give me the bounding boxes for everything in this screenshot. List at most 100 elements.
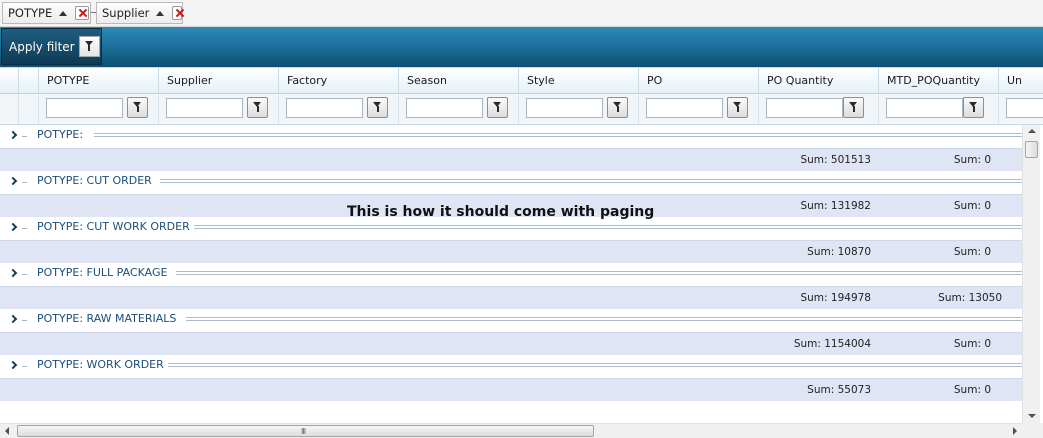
group-divider: [22, 320, 27, 321]
group-label: POTYPE: WORK ORDER: [29, 355, 172, 378]
filter-indent: [0, 94, 19, 124]
column-header-factory[interactable]: Factory: [279, 68, 399, 94]
header-indent: [0, 68, 19, 94]
sum-po-quantity: Sum: 501513: [800, 154, 871, 166]
sort-ascending-icon[interactable]: [156, 10, 165, 16]
group-row[interactable]: POTYPE: CUT WORK ORDER: [0, 217, 1022, 240]
filter-button-factory[interactable]: [367, 97, 388, 118]
filter-button-po-quantity[interactable]: [843, 97, 864, 118]
expand-group-button[interactable]: [7, 266, 21, 280]
group-row[interactable]: POTYPE: WORK ORDER: [0, 355, 1022, 378]
column-header-po[interactable]: PO: [639, 68, 759, 94]
scroll-left-icon[interactable]: [5, 427, 9, 435]
group-row[interactable]: POTYPE: RAW MATERIALS: [0, 309, 1022, 332]
column-header-un[interactable]: Un: [999, 68, 1043, 94]
filter-button-mtd-poquantity[interactable]: [963, 97, 984, 118]
scroll-corner: [1022, 423, 1043, 438]
filter-cell-potype: [39, 94, 159, 124]
filter-cell-style: [519, 94, 639, 124]
funnel-icon: [253, 102, 262, 113]
chevron-right-icon: [8, 268, 18, 278]
filter-input-un[interactable]: [1006, 98, 1043, 118]
apply-filter-button[interactable]: Apply filter: [1, 28, 102, 65]
group-chip-label: Supplier: [102, 6, 150, 20]
group-footer-row: Sum: 10870 Sum: 0: [0, 240, 1022, 263]
scroll-grip: III: [301, 427, 306, 436]
filter-input-factory[interactable]: [286, 98, 363, 118]
filter-button-potype[interactable]: [127, 97, 148, 118]
annotation-note: This is how it should come with paging: [347, 204, 655, 220]
group-chip-supplier[interactable]: Supplier: [96, 2, 183, 24]
group-divider: [176, 271, 1022, 275]
sort-ascending-icon[interactable]: [59, 10, 68, 16]
group-chip-potype[interactable]: POTYPE: [2, 2, 91, 24]
group-divider: [168, 363, 1022, 367]
column-header-po-quantity[interactable]: PO Quantity: [759, 68, 879, 94]
group-label: POTYPE: CUT WORK ORDER: [29, 217, 198, 240]
sum-mtd-poquantity: Sum: 0: [953, 246, 991, 258]
expand-group-button[interactable]: [7, 220, 21, 234]
funnel-icon: [133, 102, 142, 113]
vertical-scroll-thumb[interactable]: [1025, 141, 1038, 158]
remove-group-icon[interactable]: [75, 6, 90, 20]
group-footer-row: Sum: 55073 Sum: 0: [0, 378, 1022, 401]
filter-indent: [19, 94, 39, 124]
filter-input-po[interactable]: [646, 98, 723, 118]
funnel-icon: [84, 41, 94, 52]
chevron-right-icon: [8, 176, 18, 186]
filter-cell-factory: [279, 94, 399, 124]
column-header-style[interactable]: Style: [519, 68, 639, 94]
funnel-icon: [849, 102, 858, 113]
chevron-right-icon: [8, 130, 18, 140]
filter-cell-supplier: [159, 94, 279, 124]
scroll-down-icon[interactable]: [1028, 414, 1036, 418]
column-header-potype[interactable]: POTYPE: [39, 68, 159, 94]
filter-button-season[interactable]: [487, 97, 508, 118]
expand-group-button[interactable]: [7, 174, 21, 188]
horizontal-scroll-thumb[interactable]: III: [17, 425, 594, 437]
header-indent: [19, 68, 39, 94]
column-header-supplier[interactable]: Supplier: [159, 68, 279, 94]
filter-button-po[interactable]: [727, 97, 748, 118]
filter-cell-un: [999, 94, 1043, 124]
sum-mtd-poquantity: Sum: 0: [953, 338, 991, 350]
sum-mtd-poquantity: Sum: 0: [953, 384, 991, 396]
sum-mtd-poquantity: Sum: 0: [953, 200, 991, 212]
horizontal-scrollbar[interactable]: III: [0, 423, 1022, 438]
filter-input-mtd-poquantity[interactable]: [886, 98, 963, 118]
grid-body: POTYPE: Sum: 501513 Sum: 0 POTYPE: CUT O…: [0, 125, 1022, 423]
filter-button-style[interactable]: [607, 97, 628, 118]
expand-group-button[interactable]: [7, 128, 21, 142]
group-row[interactable]: POTYPE:: [0, 125, 1022, 148]
group-divider: [22, 182, 27, 183]
column-header-season[interactable]: Season: [399, 68, 519, 94]
group-footer-row: Sum: 1154004 Sum: 0: [0, 332, 1022, 355]
group-chip-label: POTYPE: [8, 6, 53, 20]
funnel-icon: [613, 102, 622, 113]
sum-po-quantity: Sum: 10870: [807, 246, 871, 258]
column-header-mtd-poquantity[interactable]: MTD_POQuantity: [879, 68, 999, 94]
group-row[interactable]: POTYPE: FULL PACKAGE: [0, 263, 1022, 286]
group-divider: [22, 136, 27, 137]
filter-input-potype[interactable]: [46, 98, 123, 118]
funnel-icon: [493, 102, 502, 113]
filter-input-supplier[interactable]: [166, 98, 243, 118]
expand-group-button[interactable]: [7, 358, 21, 372]
scroll-up-icon[interactable]: [1028, 129, 1036, 133]
filter-input-style[interactable]: [526, 98, 603, 118]
scroll-right-icon[interactable]: [1013, 427, 1017, 435]
filter-button-supplier[interactable]: [247, 97, 268, 118]
expand-group-button[interactable]: [7, 312, 21, 326]
group-row[interactable]: POTYPE: CUT ORDER: [0, 171, 1022, 194]
sum-mtd-poquantity: Sum: 13050: [938, 292, 1002, 304]
chevron-right-icon: [8, 222, 18, 232]
group-divider: [160, 179, 1022, 183]
apply-filter-label: Apply filter: [9, 39, 75, 54]
group-divider: [22, 228, 27, 229]
remove-group-icon[interactable]: [172, 6, 182, 20]
sum-po-quantity: Sum: 194978: [800, 292, 871, 304]
vertical-scrollbar[interactable]: [1022, 125, 1040, 423]
sum-po-quantity: Sum: 55073: [807, 384, 871, 396]
filter-input-po-quantity[interactable]: [766, 98, 843, 118]
filter-input-season[interactable]: [406, 98, 483, 118]
